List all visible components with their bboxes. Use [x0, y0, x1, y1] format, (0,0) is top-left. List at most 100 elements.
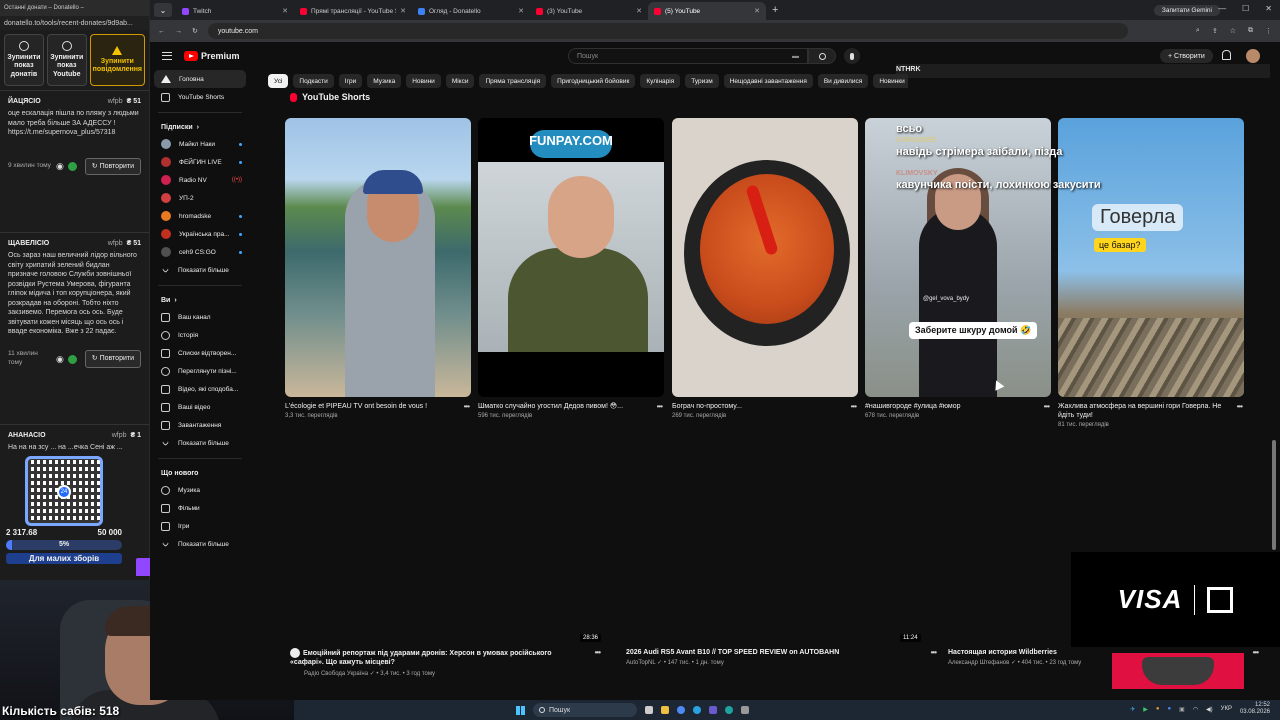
sidebar-item-subscription[interactable]: УП-2: [150, 189, 250, 207]
short-title[interactable]: Шматко случайно угостил Дедов пивом! 😳..…: [478, 403, 623, 410]
show-more-button[interactable]: Показати більше: [150, 261, 250, 279]
channel-avatar[interactable]: [290, 648, 300, 658]
page-scrollbar[interactable]: [1272, 440, 1276, 550]
more-dots-icon[interactable]: •••: [1044, 402, 1050, 412]
sidebar-item[interactable]: Фільми: [150, 499, 250, 517]
tab-live-streams[interactable]: Прямі трансляції - YouTube St ✕: [294, 2, 412, 20]
stop-youtube-button[interactable]: Зупинити показ Youtube: [46, 34, 87, 86]
eye-icon[interactable]: ◉: [56, 353, 64, 365]
short-thumbnail[interactable]: [672, 118, 858, 397]
forward-button[interactable]: →: [175, 28, 182, 35]
video-title[interactable]: 2026 Audi RS5 Avant B10 // TOP SPEED REV…: [626, 649, 839, 656]
repeat-button[interactable]: ↻ Повторити: [84, 350, 141, 368]
eye-icon[interactable]: ◉: [56, 160, 64, 172]
short-card[interactable]: FUNPAY.COM Шматко случайно угостил Дедов…: [478, 118, 664, 419]
voice-search-button[interactable]: [844, 48, 860, 64]
close-icon[interactable]: ✕: [282, 7, 288, 15]
close-icon[interactable]: ✕: [518, 7, 524, 15]
video-title[interactable]: Емоційний репортаж під ударами дронів: Х…: [290, 650, 552, 666]
search-input[interactable]: Пошук ▬: [568, 48, 808, 64]
short-thumbnail[interactable]: Говерла це базар?: [1058, 118, 1244, 397]
new-tab-button[interactable]: +: [772, 4, 778, 16]
more-dots-icon[interactable]: •••: [931, 648, 937, 659]
subscriptions-header[interactable]: Підписки ›: [150, 119, 250, 135]
extensions-icon[interactable]: ⧉: [1248, 27, 1253, 35]
short-thumbnail[interactable]: @gel_vova_bydy Заберите шкуру домой 🤣: [865, 118, 1051, 397]
more-dots-icon[interactable]: •••: [657, 402, 663, 412]
url-field[interactable]: youtube.com: [207, 23, 1128, 39]
sidebar-item[interactable]: Ваш канал: [150, 308, 250, 326]
clock[interactable]: 12:52 03.08.2026: [1240, 702, 1270, 716]
sidebar-item-subscription[interactable]: Майкл Наки: [150, 135, 250, 153]
sidebar-item[interactable]: Показати більше: [150, 434, 250, 452]
short-card[interactable]: Говерла це базар? Жахлива атмосфера на в…: [1058, 118, 1244, 428]
sidebar-item[interactable]: Ваші відео: [150, 398, 250, 416]
you-header[interactable]: Ви ›: [150, 292, 250, 308]
more-dots-icon[interactable]: •••: [595, 648, 601, 659]
short-title[interactable]: Бограч по-простому...: [672, 403, 742, 410]
keyboard-icon[interactable]: ▬: [792, 53, 799, 60]
tray-app-icon[interactable]: ▣: [1179, 706, 1185, 713]
donation-url[interactable]: donatello.to/tools/recent-donates/9d9ab.…: [0, 16, 149, 30]
filter-chip[interactable]: Пригодницький бойовик: [551, 74, 636, 88]
sidebar-item-subscription[interactable]: hromadske: [150, 207, 250, 225]
explorer-icon[interactable]: [661, 706, 669, 714]
avatar[interactable]: [1246, 49, 1260, 63]
share-icon[interactable]: ⇪: [1212, 27, 1218, 35]
video-card[interactable]: 11:24 2026 Audi RS5 Avant B10 // TOP SPE…: [626, 634, 937, 668]
stop-messages-button[interactable]: Зупинити повідомлення: [89, 34, 145, 86]
sidebar-item[interactable]: Музика: [150, 481, 250, 499]
more-dots-icon[interactable]: •••: [1237, 402, 1243, 412]
tab-youtube-5[interactable]: (5) YouTube ✕: [648, 2, 766, 20]
chrome-icon[interactable]: [677, 706, 685, 714]
close-icon[interactable]: ✕: [754, 7, 760, 15]
filter-chip[interactable]: Ви дивилися: [817, 74, 869, 88]
more-dots-icon[interactable]: •••: [851, 402, 857, 412]
tab-youtube-3[interactable]: (3) YouTube ✕: [530, 2, 648, 20]
short-thumbnail[interactable]: [285, 118, 471, 397]
close-icon[interactable]: ✕: [400, 7, 406, 15]
tray-wifi-icon[interactable]: ◠: [1193, 706, 1198, 713]
zoom-icon[interactable]: ⌕: [1196, 27, 1200, 35]
filter-chip[interactable]: Усі: [268, 74, 289, 88]
promo-banner[interactable]: [1112, 653, 1244, 689]
short-title[interactable]: #нашивгороде #улица #юмор: [865, 403, 961, 410]
visa-ad[interactable]: VISA: [1071, 552, 1280, 647]
sidebar-item[interactable]: Списки відтворен...: [150, 344, 250, 362]
short-title[interactable]: Жахлива атмосфера на вершині гори Говерл…: [1058, 403, 1221, 419]
sidebar-item[interactable]: Головна: [154, 70, 246, 88]
stop-donations-button[interactable]: Зупинити показ донатів: [4, 34, 44, 86]
sidebar-item-subscription[interactable]: ceh9 CS:GO: [150, 243, 250, 261]
filter-chip[interactable]: Музика: [367, 74, 402, 88]
windows-start-icon[interactable]: [516, 705, 525, 715]
reload-button[interactable]: ↻: [192, 27, 198, 35]
short-card[interactable]: @gel_vova_bydy Заберите шкуру домой 🤣 #н…: [865, 118, 1051, 419]
menu-dots-icon[interactable]: ⋮: [1265, 27, 1272, 35]
filter-chip[interactable]: Нещодавні завантаження: [723, 74, 813, 88]
filter-chip[interactable]: Новинки: [873, 74, 908, 88]
tray-app-icon[interactable]: ●: [1156, 706, 1160, 712]
gemini-button[interactable]: Запитати Gemini: [1153, 4, 1220, 16]
sidebar-item-subscription[interactable]: ФЕЙГИН LIVE: [150, 153, 250, 171]
more-dots-icon[interactable]: •••: [464, 402, 470, 412]
sidebar-item[interactable]: YouTube Shorts: [150, 88, 250, 106]
filter-chip[interactable]: Подкасти: [293, 74, 334, 88]
close-window-button[interactable]: ✕: [1265, 4, 1272, 13]
bell-icon[interactable]: [1222, 50, 1231, 60]
app-icon[interactable]: [741, 706, 749, 714]
short-card[interactable]: L'écologie et PIPEAU TV ont besoin de vo…: [285, 118, 471, 419]
filter-chip[interactable]: Мікси: [445, 74, 475, 88]
tab-twitch[interactable]: Twitch ✕: [176, 2, 294, 20]
close-icon[interactable]: ✕: [636, 7, 642, 15]
taskbar-search[interactable]: Пошук: [533, 703, 637, 717]
youtube-logo[interactable]: Premium: [184, 51, 240, 61]
tray-app-icon[interactable]: ▶: [1143, 706, 1148, 713]
telegram-icon[interactable]: [693, 706, 701, 714]
tab-donatello[interactable]: Огляд - Donatello ✕: [412, 2, 530, 20]
tab-search-button[interactable]: ⌄: [154, 3, 172, 17]
task-view-icon[interactable]: [645, 706, 653, 714]
filter-chip[interactable]: Ігри: [338, 74, 363, 88]
sidebar-item-subscription[interactable]: Українська пра...: [150, 225, 250, 243]
hamburger-menu-icon[interactable]: [162, 52, 172, 60]
short-title[interactable]: L'écologie et PIPEAU TV ont besoin de vo…: [285, 403, 427, 410]
